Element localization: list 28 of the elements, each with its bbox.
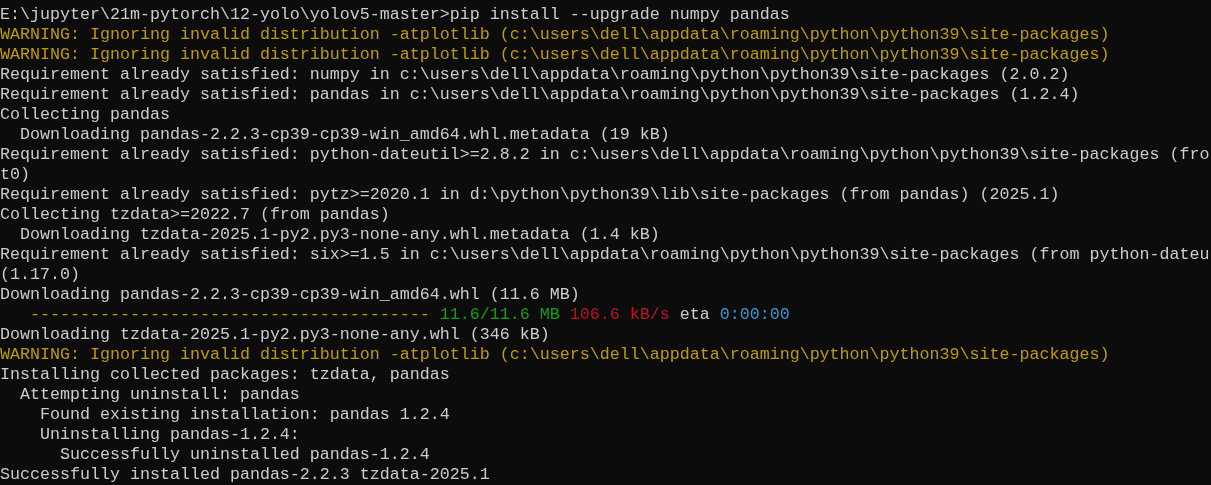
console-text: Uninstalling pandas-1.2.4: [38,425,300,445]
warning-message: WARNING: Ignoring invalid distribution -atplotlib (c:\users\dell\appdata\roaming\python\python39\site-packages) [0,345,1110,365]
eta-time: 0:00:00 [719,305,790,325]
console-text: Collecting pandas [0,105,170,125]
console-text: Downloading tzdata-2025.1-py2.py3-none-any.whl.metadata (1.4 kB) [19,225,660,245]
dash-line-text: ---------------------------------------- [29,305,430,325]
console-text: E:\jupyter\21m-pytorch\12-yolo\yolov5-master>pip install --upgrade numpy pandas [0,5,790,25]
console-text: Downloading pandas-2.2.3-cp39-cp39-win_amd64.whl.metadata (19 kB) [19,125,670,145]
console-text: Requirement already satisfied: numpy in c:\users\dell\appdata\roaming\python\python39\site-packages (2.0.2) [0,65,1070,85]
console-text: Downloading tzdata-2025.1-py2.py3-none-any.whl (346 kB) [0,325,550,345]
console-text: t0) [0,165,30,185]
console-text: Successfully installed pandas-2.2.3 tzdata-2025.1 [0,465,490,485]
console-text: Requirement already satisfied: pandas in c:\users\dell\appdata\roaming\python\python39\site-packages (1.2.4) [0,85,1080,105]
console-text: (1.17.0) [0,265,80,285]
console-text: Requirement already satisfied: pytz>=2020.1 in d:\python\python39\lib\site-packages (from pandas) (2025.1) [0,185,1060,205]
console-text: Found existing installation: pandas 1.2.4 [38,405,450,425]
console-text: Downloading pandas-2.2.3-cp39-cp39-win_amd64.whl (11.6 MB) [0,285,580,305]
console-text: Requirement already satisfied: python-dateutil>=2.8.2 in c:\users\dell\appdata\roaming\python\python39\site-packages (fro [0,145,1210,165]
console-text: Successfully uninstalled pandas-1.2.4 [58,445,430,465]
console-text: Installing collected packages: tzdata, pandas [0,365,450,385]
download-size: 11.6/11.6 MB [439,305,560,325]
download-speed: 106.6 kB/s [569,305,670,325]
console-text: eta [679,305,710,325]
warning-message: WARNING: Ignoring invalid distribution -atplotlib (c:\users\dell\appdata\roaming\python\python39\site-packages) [0,25,1110,45]
console-text: Attempting uninstall: pandas [19,385,300,405]
console-text: Collecting tzdata>=2022.7 (from pandas) [0,205,390,225]
console-text: Requirement already satisfied: six>=1.5 in c:\users\dell\appdata\roaming\python\python39\site-packages (from python-dateu [0,245,1210,265]
warning-message: WARNING: Ignoring invalid distribution -atplotlib (c:\users\dell\appdata\roaming\python\python39\site-packages) [0,45,1110,65]
